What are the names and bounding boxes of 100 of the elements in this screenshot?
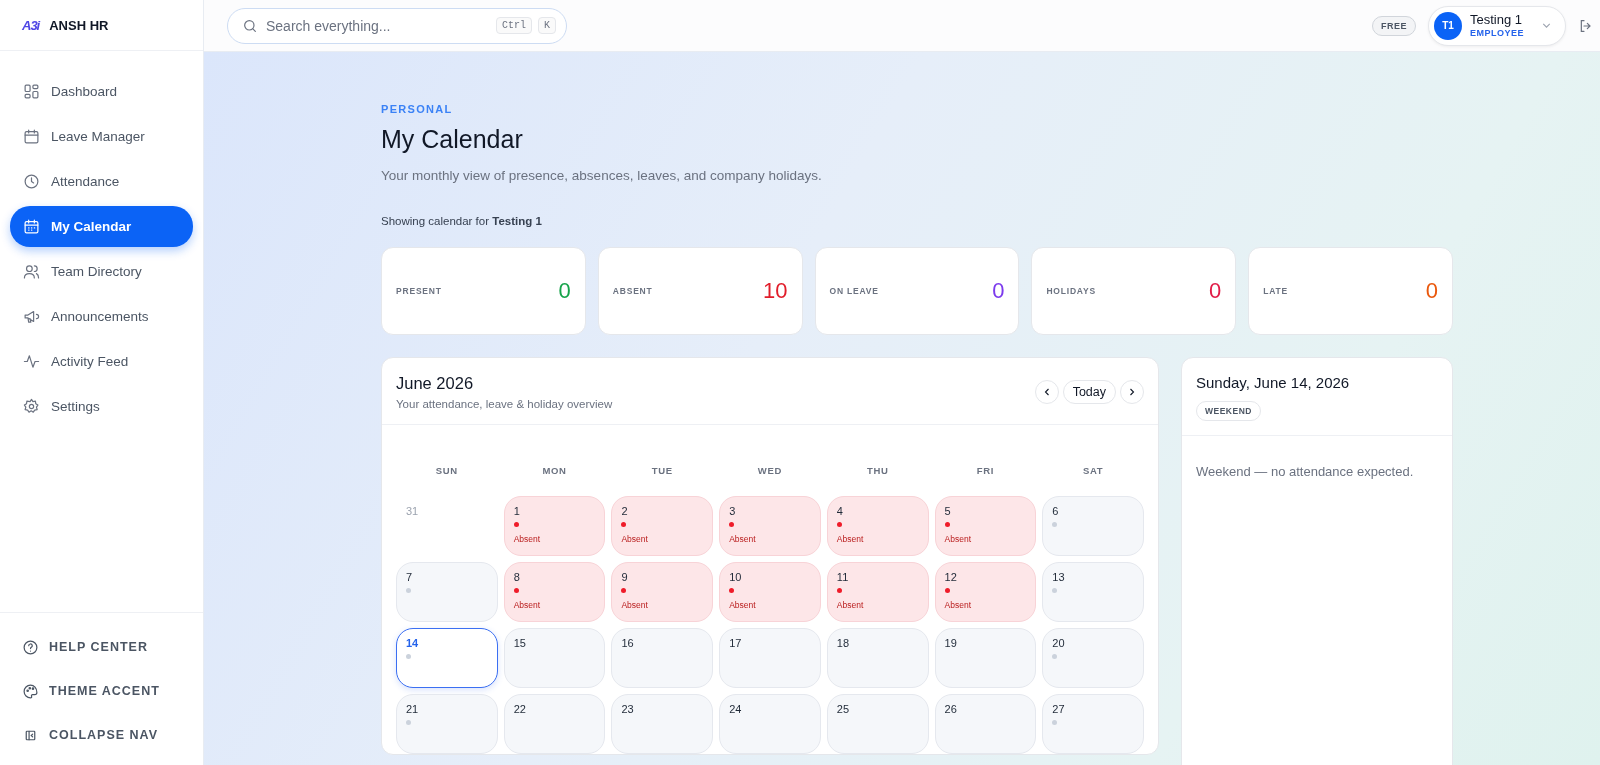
sidebar-footer-item[interactable]: COLLAPSE NAV	[0, 713, 203, 757]
day-cell[interactable]: 15	[503, 628, 606, 688]
sidebar-item[interactable]: Activity Feed	[10, 341, 193, 382]
status-dot	[836, 588, 842, 593]
day-number: 31	[405, 504, 420, 519]
users-icon	[23, 263, 40, 280]
sidebar-footer-item[interactable]: THEME ACCENT	[0, 669, 203, 713]
keyboard-key: Ctrl	[495, 17, 532, 34]
day-number: 26	[944, 703, 957, 715]
stat-label: ABSENT	[612, 286, 653, 296]
logo: A3i	[22, 17, 40, 33]
selected-date: Sunday, June 14, 2026	[1196, 374, 1351, 391]
status-dot	[944, 588, 950, 593]
day-number: 15	[513, 637, 526, 649]
day-cell[interactable]: 16	[611, 628, 714, 688]
calendar-icon	[23, 128, 40, 145]
day-cell[interactable]: 4 Absent	[826, 496, 929, 556]
sidebar-item[interactable]: Announcements	[10, 296, 193, 337]
next-button[interactable]	[1120, 380, 1144, 404]
calendar-subtitle: Your attendance, leave & holiday overview	[396, 398, 613, 410]
sidebar-item[interactable]: Attendance	[10, 161, 193, 202]
stat-label: ON LEAVE	[829, 286, 879, 296]
user-menu[interactable]: T1 Testing 1 EMPLOYEE	[1428, 5, 1566, 46]
day-cell[interactable]: 24	[719, 694, 821, 754]
status-dot	[621, 522, 627, 527]
status-dot	[729, 522, 735, 527]
weekday-header: MON	[541, 465, 568, 478]
weekend-dot	[1052, 522, 1058, 527]
day-number: 22	[513, 703, 526, 715]
grid-icon	[23, 83, 40, 100]
stat-value: 0	[1208, 278, 1222, 304]
day-cell[interactable]: 13	[1042, 562, 1144, 622]
day-cell[interactable]: 12 Absent	[934, 562, 1037, 622]
day-cell[interactable]: 5 Absent	[934, 496, 1037, 556]
pulse-icon	[23, 353, 40, 370]
sidebar-footer-item[interactable]: HELP CENTER	[0, 625, 203, 669]
day-number: 8	[513, 571, 520, 583]
day-number: 11	[836, 571, 849, 583]
day-cell[interactable]: 1 Absent	[503, 496, 606, 556]
status-dot	[513, 588, 519, 593]
day-status: Absent	[621, 534, 648, 544]
weekday-header: SAT	[1081, 465, 1105, 478]
day-cell[interactable]: 2 Absent	[611, 496, 714, 556]
status-dot	[944, 522, 950, 527]
day-number: 4	[836, 505, 843, 517]
sidebar-item[interactable]: Leave Manager	[10, 116, 193, 157]
day-cell[interactable]: 11 Absent	[826, 562, 929, 622]
search-field[interactable]: Search everything...	[264, 16, 490, 35]
day-cell[interactable]: 3 Absent	[719, 496, 821, 556]
user-name: Testing 1	[1470, 12, 1523, 28]
day-number: 25	[836, 703, 850, 715]
day-number: 18	[836, 637, 850, 649]
day-cell[interactable]: 20	[1042, 628, 1144, 688]
status-dot	[729, 588, 735, 593]
brand-name: ANSH HR	[49, 17, 109, 33]
day-cell[interactable]: 10 Absent	[719, 562, 821, 622]
weekend-dot	[1052, 654, 1058, 659]
showing-text: Showing calendar for Testing 1	[381, 215, 543, 227]
page-subtitle: Your monthly view of presence, absences, leaves, and company holidays.	[381, 168, 823, 183]
day-status: Absent	[513, 600, 541, 610]
day-cell[interactable]: 19	[934, 628, 1037, 688]
previous-button[interactable]	[1034, 380, 1059, 404]
day-cell[interactable]: 7	[396, 562, 498, 622]
day-cell[interactable]: 21	[396, 694, 498, 754]
day-cell[interactable]: 14	[396, 628, 498, 688]
day-status: Absent	[836, 534, 864, 544]
sidebar-item[interactable]: My Calendar	[10, 206, 193, 247]
weekend-dot	[1052, 720, 1058, 725]
palette-icon	[22, 682, 39, 700]
day-cell[interactable]: 17	[719, 628, 821, 688]
day-cell[interactable]: 8 Absent	[503, 562, 606, 622]
today-button[interactable]: Today	[1062, 380, 1116, 404]
sidebar-item[interactable]: Team Directory	[10, 251, 193, 292]
sidebar-item[interactable]: Settings	[10, 386, 193, 427]
megaphone-icon	[23, 308, 40, 325]
day-number: 20	[1052, 637, 1065, 649]
day-number: 16	[621, 637, 634, 649]
day-number: 12	[944, 571, 957, 583]
day-cell[interactable]: 25	[826, 694, 929, 754]
stat-label: PRESENT	[396, 286, 442, 296]
weekday-header: SUN	[434, 465, 459, 478]
day-cell[interactable]: 6	[1042, 496, 1144, 556]
day-number: 10	[729, 571, 742, 583]
day-cell[interactable]: 23	[611, 694, 714, 754]
day-cell[interactable]: 27	[1042, 694, 1144, 754]
day-number: 13	[1052, 571, 1065, 583]
day-cell[interactable]: 9 Absent	[611, 562, 714, 622]
status-dot	[836, 522, 842, 527]
day-cell[interactable]: 22	[503, 694, 606, 754]
day-number: 6	[1052, 505, 1059, 517]
day-number: 9	[621, 571, 628, 583]
day-cell[interactable]: 18	[826, 628, 929, 688]
weekday-header: WED	[756, 465, 784, 478]
search-bar[interactable]: Search everything... Ctrl K	[227, 7, 567, 44]
day-number: 3	[729, 505, 736, 517]
day-cell[interactable]: 26	[934, 694, 1037, 754]
month-title: June 2026	[396, 374, 475, 393]
day-number: 5	[944, 505, 951, 517]
stat-label: LATE	[1263, 286, 1288, 296]
sidebar-item[interactable]: Dashboard	[10, 71, 193, 112]
